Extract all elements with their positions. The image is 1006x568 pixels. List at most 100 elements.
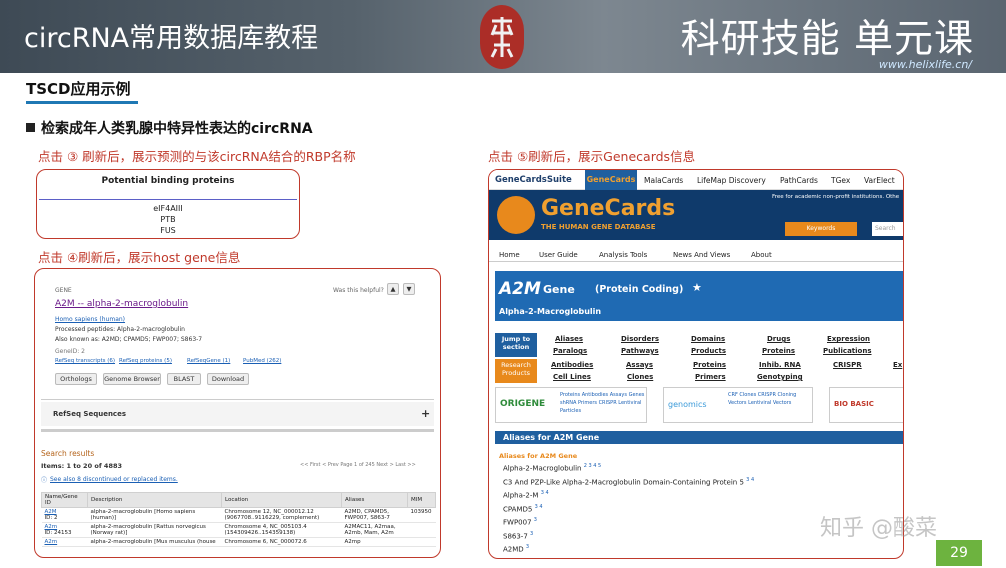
genomics-ad[interactable]: genomics CRF Clones CRISPR Cloning Vecto… bbox=[663, 387, 813, 423]
tab-malacards[interactable]: MalaCards bbox=[644, 176, 683, 185]
research-link[interactable]: Assays bbox=[626, 361, 653, 369]
research-link[interactable]: Inhib. RNA bbox=[759, 361, 801, 369]
aliases-bar: Aliases for A2M Gene bbox=[495, 431, 903, 444]
binding-list: eIF4AIII PTB FUS bbox=[37, 203, 299, 236]
genomics-logo: genomics bbox=[668, 400, 707, 409]
search-input[interactable]: Search bbox=[872, 222, 903, 236]
divider bbox=[39, 199, 297, 200]
table-header: Name/Gene ID Description Location Aliase… bbox=[41, 492, 436, 508]
col-header[interactable]: Name/Gene ID bbox=[41, 492, 88, 508]
research-link[interactable]: Ex bbox=[893, 361, 902, 369]
suite-logo[interactable]: GeneCardsSuite bbox=[495, 175, 572, 185]
genome-browser-button[interactable]: Genome Browser bbox=[103, 373, 161, 385]
menu-home[interactable]: Home bbox=[499, 251, 520, 259]
jump-link[interactable]: Domains bbox=[691, 335, 725, 343]
genecards-logo[interactable]: GeneCards bbox=[541, 196, 675, 221]
refseq-label[interactable]: RefSeq Sequences bbox=[53, 410, 126, 418]
col-header[interactable]: Description bbox=[87, 492, 222, 508]
research-link[interactable]: Cell Lines bbox=[553, 373, 591, 381]
divider bbox=[41, 399, 434, 400]
orthologs-button[interactable]: Orthologs bbox=[55, 373, 97, 385]
menu-about[interactable]: About bbox=[751, 251, 772, 259]
col-header[interactable]: MIM bbox=[407, 492, 436, 508]
pager[interactable]: << First < Prev Page 1 of 245 Next > Las… bbox=[300, 462, 416, 468]
favorite-star-icon[interactable]: ★ bbox=[692, 281, 702, 294]
research-link[interactable]: Antibodies bbox=[551, 361, 593, 369]
research-link[interactable]: Primers bbox=[695, 373, 726, 381]
tab-genecards[interactable]: GeneCards bbox=[585, 170, 637, 190]
row-location: Chromosome 6, NC_000072.6 bbox=[221, 537, 342, 547]
see-also-link[interactable]: See also 8 discontinued or replaced item… bbox=[50, 476, 178, 483]
gene-link[interactable]: A2m bbox=[45, 539, 58, 545]
jump-link[interactable]: Products bbox=[691, 347, 726, 355]
row-id: ID: 2 bbox=[44, 515, 58, 521]
info-icon: ⓘ bbox=[41, 477, 48, 484]
download-button[interactable]: Download bbox=[207, 373, 249, 385]
row-aliases: A2MAC11, A2maa, A2mb, Mam, A2m bbox=[341, 522, 408, 538]
divider bbox=[41, 429, 434, 432]
caption-rbp: 点击 ③ 刷新后，展示预测的与该circRNA结合的RBP名称 bbox=[38, 149, 356, 164]
jump-link[interactable]: Expression bbox=[827, 335, 870, 343]
site-url[interactable]: www.helixlife.cn/ bbox=[879, 58, 972, 71]
search-results-title: Search results bbox=[41, 449, 95, 458]
protein-coding: (Protein Coding) bbox=[595, 284, 684, 295]
expand-plus-icon[interactable]: + bbox=[421, 407, 430, 420]
link-refseq-proteins[interactable]: RefSeq proteins (5) bbox=[119, 358, 172, 364]
alias-item: Alpha-2-M 3 4 bbox=[503, 490, 549, 500]
jump-link[interactable]: Aliases bbox=[555, 335, 583, 343]
link-pubmed[interactable]: PubMed (262) bbox=[243, 358, 281, 364]
jump-link[interactable]: Pathways bbox=[621, 347, 659, 355]
gene-word: Gene bbox=[543, 283, 575, 296]
table-row: A2m ID: 24153 alpha-2-macroglobulin [Ratt… bbox=[41, 522, 436, 538]
alias-item: C3 And PZP-Like Alpha-2-Macroglobulin Do… bbox=[503, 477, 755, 487]
research-link[interactable]: CRISPR bbox=[833, 361, 862, 369]
tab-pathcards[interactable]: PathCards bbox=[780, 176, 818, 185]
thumbs-up-icon[interactable]: ▲ bbox=[387, 283, 399, 295]
jump-link[interactable]: Paralogs bbox=[553, 347, 587, 355]
col-header[interactable]: Location bbox=[221, 492, 342, 508]
row-mim bbox=[407, 522, 436, 538]
jump-link[interactable]: Drugs bbox=[767, 335, 790, 343]
alias-item: Alpha-2-Macroglobulin 2 3 4 5 bbox=[503, 463, 602, 473]
thumbs-down-icon[interactable]: ▼ bbox=[403, 283, 415, 295]
bullet-text: 检索成年人类乳腺中特异性表达的circRNA bbox=[26, 118, 313, 138]
caption-host-gene: 点击 ④刷新后，展示host gene信息 bbox=[38, 250, 241, 265]
row-id: ID: 24153 bbox=[44, 530, 72, 536]
species-link[interactable]: Homo sapiens (human) bbox=[55, 316, 125, 323]
link-refseq-transcripts[interactable]: RefSeq transcripts (6) bbox=[55, 358, 115, 364]
gene-title-link[interactable]: A2M -- alpha-2-macroglobulin bbox=[55, 299, 188, 309]
ad-text: Proteins Antibodies Assays Genes shRNA P… bbox=[560, 392, 645, 414]
research-link[interactable]: Clones bbox=[627, 373, 653, 381]
origene-ad[interactable]: ORIGENE Proteins Antibodies Assays Genes… bbox=[495, 387, 647, 423]
jump-link[interactable]: Publications bbox=[823, 347, 872, 355]
gene-label: GENE bbox=[55, 287, 72, 294]
jump-link[interactable]: Disorders bbox=[621, 335, 659, 343]
keywords-dropdown[interactable]: Keywords bbox=[785, 222, 857, 236]
gene-id: GeneID: 2 bbox=[55, 348, 85, 355]
tab-lifemap[interactable]: LifeMap Discovery bbox=[697, 176, 766, 185]
gene-full-name: Alpha-2-Macroglobulin bbox=[499, 307, 602, 316]
research-link[interactable]: Genotyping bbox=[757, 373, 803, 381]
table-row: A2M ID: 2 alpha-2-macroglobulin [Homo sap… bbox=[41, 507, 436, 523]
row-aliases: A2mp bbox=[341, 537, 408, 547]
jump-link[interactable]: Proteins bbox=[762, 347, 795, 355]
row-desc: alpha-2-macroglobulin [Mus musculus (hou… bbox=[87, 537, 222, 547]
genecards-panel: GeneCardsSuite GeneCards MalaCards LifeM… bbox=[488, 169, 904, 559]
research-link[interactable]: Proteins bbox=[693, 361, 726, 369]
row-mim bbox=[407, 537, 436, 547]
processed-peptides: Processed peptides: Alpha-2-macroglobuli… bbox=[55, 326, 185, 333]
protein-item: eIF4AIII bbox=[153, 204, 183, 213]
tab-tgex[interactable]: TGex bbox=[831, 176, 850, 185]
menu-user-guide[interactable]: User Guide bbox=[539, 251, 578, 259]
blast-button[interactable]: BLAST bbox=[167, 373, 201, 385]
tab-varelect[interactable]: VarElect bbox=[864, 176, 895, 185]
menu-news[interactable]: News And Views bbox=[673, 251, 730, 259]
col-header[interactable]: Aliases bbox=[341, 492, 408, 508]
course-title: 科研技能 单元课 bbox=[680, 17, 974, 62]
menu-analysis-tools[interactable]: Analysis Tools bbox=[599, 251, 647, 259]
link-refseqgene[interactable]: RefSeqGene (1) bbox=[187, 358, 230, 364]
origene-logo: ORIGENE bbox=[500, 399, 546, 409]
biobasic-ad[interactable]: BIO BASIC bbox=[829, 387, 903, 423]
gene-symbol: A2M bbox=[499, 279, 541, 299]
slide-header: circRNA常用数据库教程 科研技能 单元课 www.helixlife.cn… bbox=[0, 0, 1006, 73]
